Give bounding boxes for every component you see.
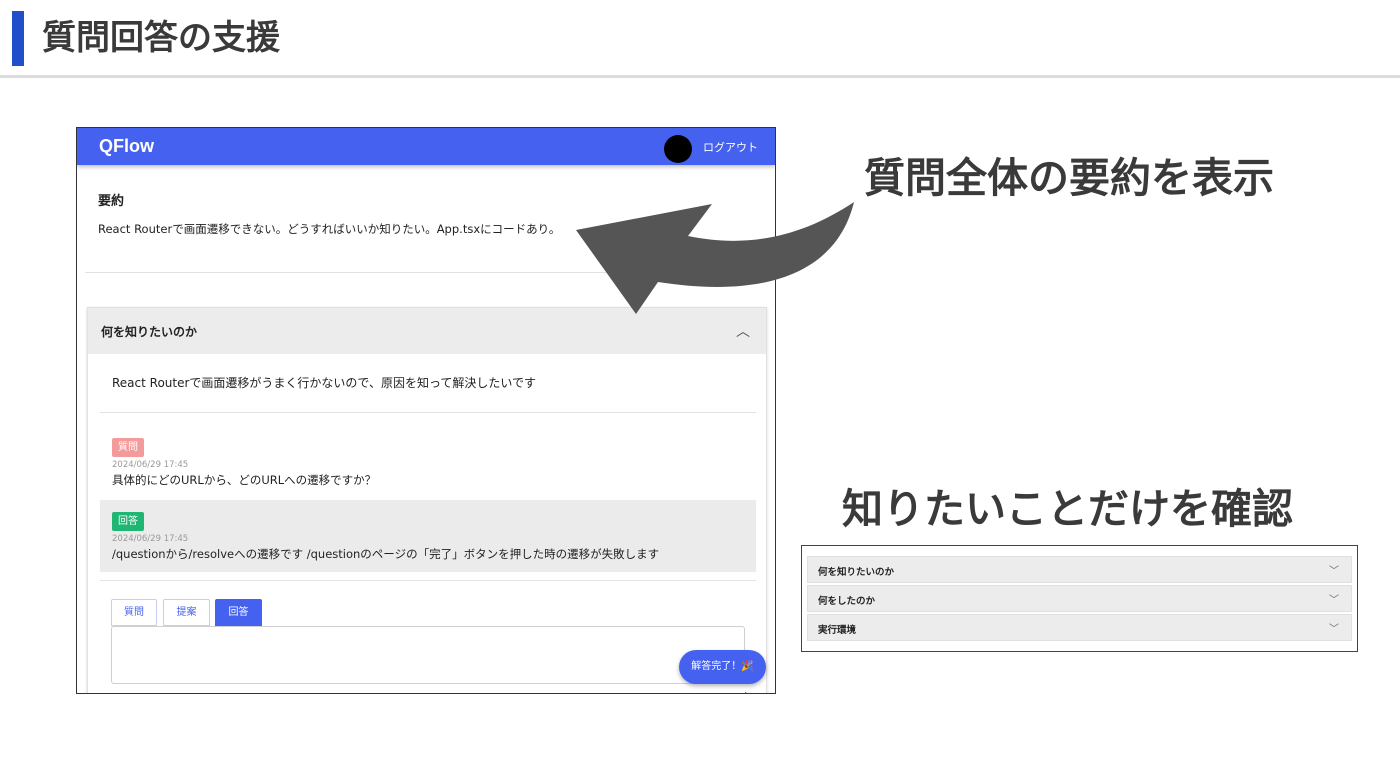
accordion-what-to-know: 何を知りたいのか ︿ React Routerで画面遷移がうまく行かないので、原… xyxy=(87,307,767,693)
slide-header: 質問回答の支援 xyxy=(0,0,1400,78)
tab-answer[interactable]: 回答 xyxy=(215,599,262,626)
divider xyxy=(100,412,756,413)
tab-suggestion[interactable]: 提案 xyxy=(163,599,210,626)
answer-badge: 回答 xyxy=(112,512,144,531)
message-timestamp: 2024/06/29 17:45 xyxy=(112,460,189,470)
chevron-down-icon[interactable]: ﹀ xyxy=(1329,620,1339,635)
app-brand[interactable]: QFlow xyxy=(99,136,154,157)
mini-accordion-item[interactable]: 何を知りたいのか ﹀ xyxy=(807,556,1352,583)
reply-textarea[interactable] xyxy=(111,626,745,684)
message-timestamp: 2024/06/29 17:45 xyxy=(112,534,189,544)
chevron-down-icon[interactable]: ﹀ xyxy=(1329,562,1339,577)
complete-answer-button[interactable]: 解答完了！🎉 xyxy=(679,650,766,684)
logout-button[interactable]: ログアウト xyxy=(703,139,758,155)
mini-accordion-label: 実行環境 xyxy=(818,625,857,636)
question-badge: 質問 xyxy=(112,438,144,457)
message-question: 質問 2024/06/29 17:45 具体的にどのURLから、どのURLへの遷… xyxy=(100,428,756,492)
accordion-title: 何を知りたいのか xyxy=(101,325,198,339)
mini-accordion-panel: 何を知りたいのか ﹀ 何をしたのか ﹀ 実行環境 ﹀ xyxy=(801,545,1358,652)
chevron-up-icon[interactable]: ︿ xyxy=(736,321,750,341)
curved-arrow-icon xyxy=(576,202,854,314)
summary-title: 要約 xyxy=(98,194,125,209)
chevron-down-icon[interactable]: ﹀ xyxy=(1329,591,1339,606)
app-bar: QFlow ログアウト xyxy=(77,128,775,165)
slide-title: 質問回答の支援 xyxy=(42,18,280,58)
mini-accordion-label: 何をしたのか xyxy=(818,596,876,607)
caption-focus: 知りたいことだけを確認 xyxy=(842,485,1293,533)
message-text: /questionから/resolveへの遷移です /questionのページの… xyxy=(112,547,660,561)
caption-summary: 質問全体の要約を表示 xyxy=(864,154,1274,202)
avatar[interactable] xyxy=(664,135,692,163)
message-answer: 回答 2024/06/29 17:45 /questionから/resolveへ… xyxy=(100,500,756,572)
title-accent-bar xyxy=(12,11,24,66)
summary-text: React Routerで画面遷移できない。どうすればいいか知りたい。App.t… xyxy=(98,222,561,236)
mini-accordion-item[interactable]: 何をしたのか ﹀ xyxy=(807,585,1352,612)
mini-accordion-item[interactable]: 実行環境 ﹀ xyxy=(807,614,1352,641)
accordion-content: React Routerで画面遷移がうまく行かないので、原因を知って解決したいで… xyxy=(112,376,536,390)
reply-box: 質問 提案 回答 解答完了！🎉 xyxy=(100,580,766,693)
mini-accordion-label: 何を知りたいのか xyxy=(818,567,895,578)
send-icon[interactable] xyxy=(745,692,757,693)
message-text: 具体的にどのURLから、どのURLへの遷移ですか？ xyxy=(112,473,377,487)
tab-question[interactable]: 質問 xyxy=(111,599,157,626)
